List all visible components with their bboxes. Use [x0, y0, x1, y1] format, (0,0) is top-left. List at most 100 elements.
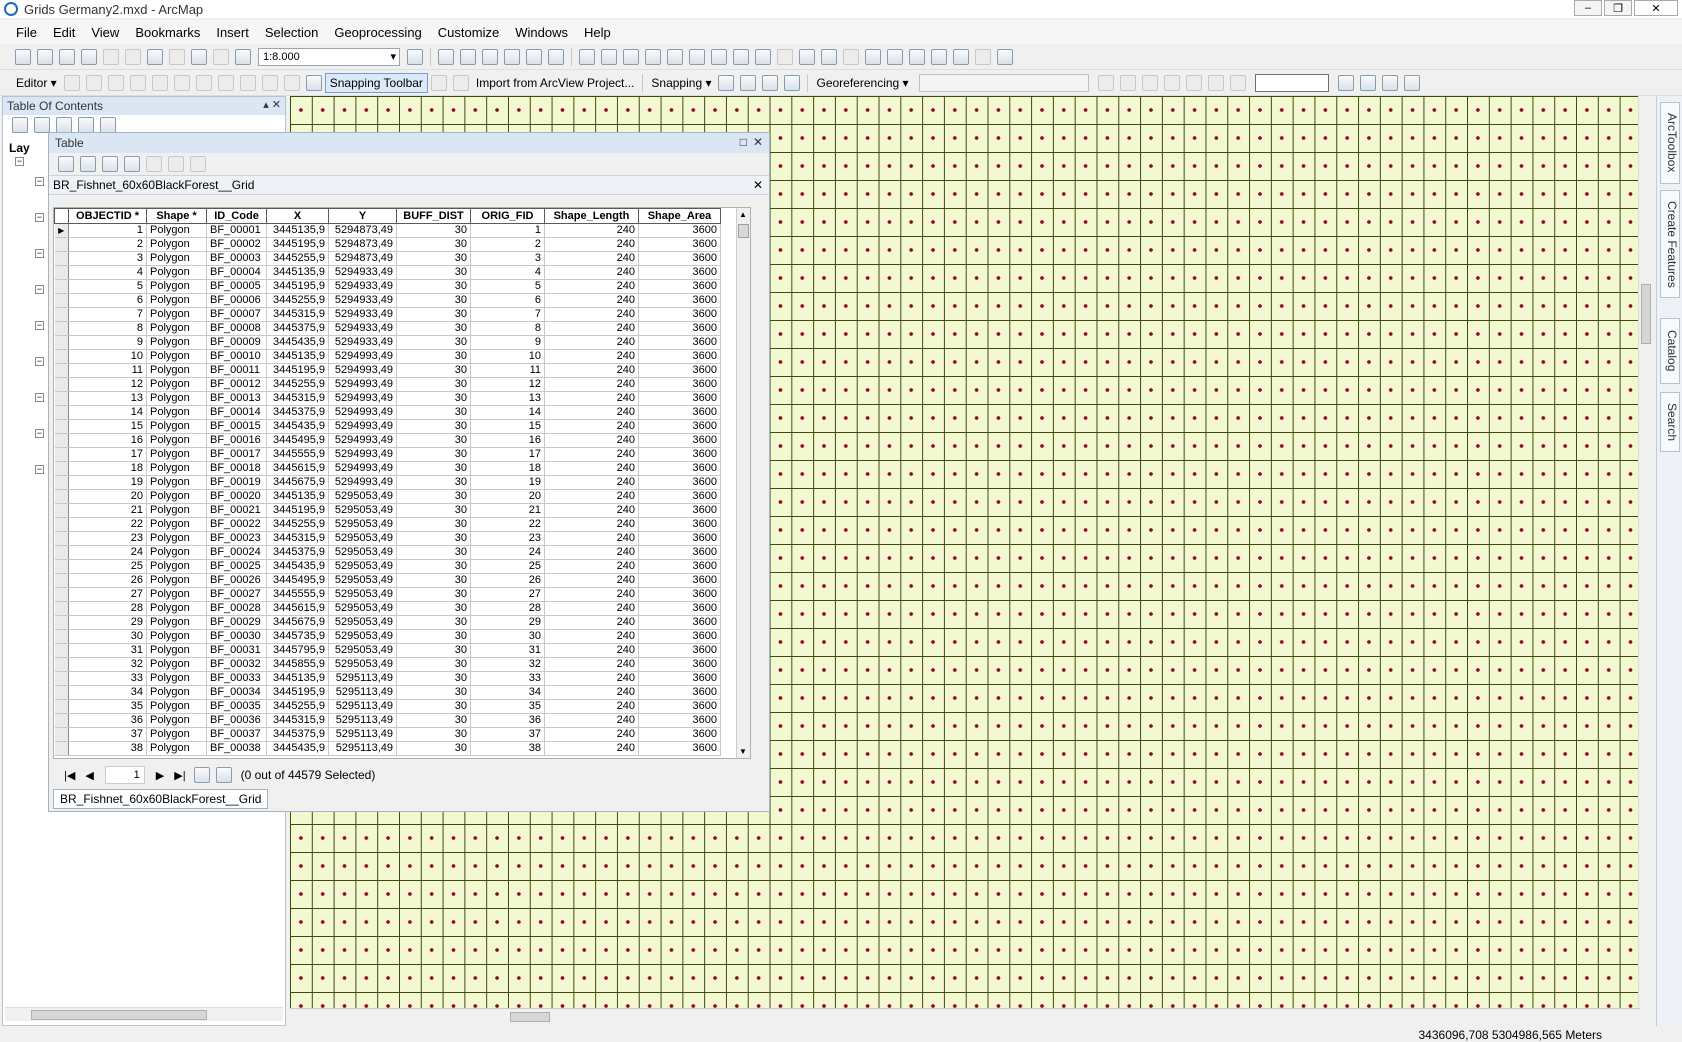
table-cell[interactable]: 240 [544, 447, 639, 462]
table-cell[interactable]: 30 [396, 321, 471, 336]
table-cell[interactable]: 21 [68, 503, 147, 518]
table-cell[interactable]: Polygon [146, 377, 207, 392]
arctoolbox-icon[interactable] [504, 48, 520, 65]
table-cell[interactable]: 3445435,9 [266, 559, 329, 574]
table-row[interactable]: 15 Polygon BF_00015 3445435,9 5294993,49 30 15… [54, 419, 721, 434]
edit-tool-icon[interactable] [63, 74, 80, 91]
scrollbar-thumb[interactable] [738, 224, 749, 238]
vertex-snapping-icon[interactable] [762, 74, 779, 91]
table-cell[interactable]: Polygon [146, 503, 207, 518]
table-cell[interactable]: 3600 [638, 629, 721, 644]
table-cell[interactable]: Polygon [146, 545, 207, 560]
table-cell[interactable]: 3600 [638, 657, 721, 672]
toc-options-icon[interactable] [100, 117, 116, 133]
table-cell[interactable]: Polygon [146, 601, 207, 616]
row-selector[interactable] [54, 629, 69, 644]
row-selector[interactable] [54, 461, 69, 476]
row-selector[interactable] [54, 363, 69, 378]
table-cell[interactable]: 30 [396, 559, 471, 574]
table-cell[interactable]: 240 [544, 251, 639, 266]
table-cell[interactable]: 3600 [638, 433, 721, 448]
table-cell[interactable]: 25 [68, 559, 147, 574]
table-row[interactable]: 11 Polygon BF_00011 3445195,9 5294993,49 30 11… [54, 363, 721, 378]
menu-file[interactable]: File [8, 25, 45, 40]
table-cell[interactable]: 30 [396, 741, 471, 756]
table-cell[interactable]: 3445195,9 [266, 279, 329, 294]
table-cell[interactable]: BF_00027 [206, 587, 267, 602]
table-cell[interactable]: 5294933,49 [328, 293, 397, 308]
table-cell[interactable]: 30 [396, 433, 471, 448]
table-cell[interactable]: 30 [396, 671, 471, 686]
table-row[interactable]: 6 Polygon BF_00006 3445255,9 5294933,49 30 6 24… [54, 293, 721, 308]
add-data-icon[interactable] [235, 48, 251, 65]
table-cell[interactable]: 3600 [638, 699, 721, 714]
menu-insert[interactable]: Insert [208, 25, 257, 40]
table-cell[interactable]: 3445315,9 [266, 713, 329, 728]
menu-edit[interactable]: Edit [45, 25, 83, 40]
table-cell[interactable]: BF_00019 [206, 475, 267, 490]
table-cell[interactable]: 5294873,49 [328, 223, 397, 238]
row-selector[interactable] [54, 531, 69, 546]
table-cell[interactable]: 32 [470, 657, 545, 672]
table-cell[interactable]: 5295053,49 [328, 573, 397, 588]
table-cell[interactable]: 240 [544, 265, 639, 280]
table-cell[interactable]: 3445375,9 [266, 405, 329, 420]
last-record-icon[interactable]: ▶| [169, 769, 190, 782]
edit-vertices-icon[interactable] [173, 74, 190, 91]
related-tables-icon[interactable] [80, 156, 96, 172]
row-selector[interactable] [54, 727, 69, 742]
table-row[interactable]: 27 Polygon BF_00027 3445555,9 5295053,49 30 27… [54, 587, 721, 602]
table-cell[interactable]: 11 [68, 363, 147, 378]
table-cell[interactable]: 30 [396, 419, 471, 434]
table-cell[interactable]: 3445195,9 [266, 685, 329, 700]
table-cell[interactable]: 5294933,49 [328, 321, 397, 336]
table-cell[interactable]: 37 [68, 727, 147, 742]
end-snapping-icon[interactable] [740, 74, 757, 91]
table-cell[interactable]: 5295053,49 [328, 643, 397, 658]
table-cell[interactable]: 3445555,9 [266, 587, 329, 602]
map-scale-combo[interactable]: 1:8.000 [258, 47, 400, 66]
table-cell[interactable]: 38 [68, 741, 147, 756]
table-row[interactable]: 31 Polygon BF_00031 3445795,9 5295053,49 30 31… [54, 643, 721, 658]
table-cell[interactable]: 17 [68, 447, 147, 462]
georeferencing-menu[interactable]: Georeferencing ▾ [812, 76, 912, 90]
table-options-icon[interactable] [58, 156, 74, 172]
table-cell[interactable]: 22 [68, 517, 147, 532]
table-cell[interactable]: 5294993,49 [328, 349, 397, 364]
table-cell[interactable]: 32 [68, 657, 147, 672]
zoom-to-selected-icon[interactable] [168, 156, 184, 172]
go-to-xy-icon[interactable] [953, 48, 969, 65]
trace-icon[interactable] [151, 74, 168, 91]
table-cell[interactable]: 3600 [638, 489, 721, 504]
table-cell[interactable]: Polygon [146, 223, 207, 238]
column-header[interactable]: X [266, 208, 329, 224]
table-cell[interactable]: Polygon [146, 265, 207, 280]
table-cell[interactable]: 25 [470, 559, 545, 574]
table-cell[interactable]: Polygon [146, 293, 207, 308]
table-cell[interactable]: 3445255,9 [266, 699, 329, 714]
save-icon[interactable] [59, 48, 75, 65]
table-cell[interactable]: 240 [544, 279, 639, 294]
row-selector[interactable] [54, 615, 69, 630]
table-cell[interactable]: BF_00008 [206, 321, 267, 336]
table-row[interactable]: 22 Polygon BF_00022 3445255,9 5295053,49 30 22… [54, 517, 721, 532]
table-cell[interactable]: Polygon [146, 713, 207, 728]
table-cell[interactable]: 3445675,9 [266, 615, 329, 630]
row-selector[interactable] [54, 447, 69, 462]
row-selector[interactable] [54, 433, 69, 448]
table-cell[interactable]: 30 [396, 405, 471, 420]
table-cell[interactable]: BF_00031 [206, 643, 267, 658]
table-cell[interactable]: 3600 [638, 419, 721, 434]
table-cell[interactable]: 240 [544, 559, 639, 574]
table-cell[interactable]: Polygon [146, 349, 207, 364]
table-cell[interactable]: 3600 [638, 587, 721, 602]
table-cell[interactable]: 240 [544, 419, 639, 434]
paste-icon[interactable] [147, 48, 163, 65]
list-by-source-icon[interactable] [34, 117, 50, 133]
table-cell[interactable]: 30 [396, 713, 471, 728]
table-cell[interactable]: 240 [544, 713, 639, 728]
current-record-field[interactable]: 1 [104, 766, 145, 784]
zoom-in-icon[interactable] [579, 48, 595, 65]
point-snapping-icon[interactable] [718, 74, 735, 91]
expand-collapse-icon[interactable]: − [35, 357, 44, 366]
